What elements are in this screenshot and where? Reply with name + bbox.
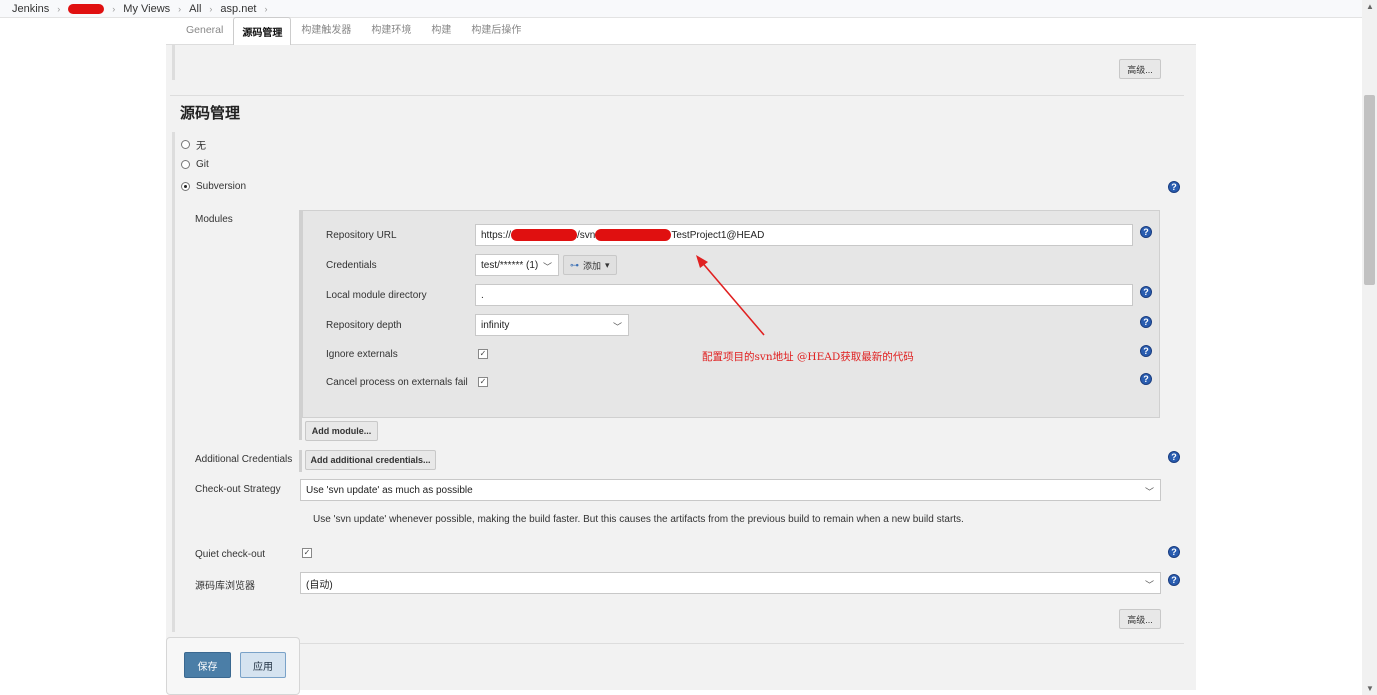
radio-subversion[interactable]: [181, 182, 190, 191]
radio-git[interactable]: [181, 160, 190, 169]
chevron-down-icon: ﹀: [1144, 487, 1154, 497]
scroll-up-icon[interactable]: ▲: [1366, 2, 1374, 11]
scroll-down-icon[interactable]: ▼: [1366, 684, 1374, 693]
help-icon[interactable]: ?: [1140, 226, 1152, 238]
quiet-checkout-checkbox[interactable]: ✓: [302, 548, 312, 558]
breadcrumb-my-views[interactable]: My Views: [123, 3, 170, 15]
section-divider: [170, 643, 1184, 644]
modules-label: Modules: [195, 214, 233, 225]
scm-option-none[interactable]: 无: [181, 137, 206, 152]
repository-url-label: Repository URL: [326, 230, 397, 241]
advanced-button-top[interactable]: 高级...: [1119, 59, 1161, 79]
radio-none[interactable]: [181, 140, 190, 149]
checkout-strategy-label: Check-out Strategy: [195, 484, 281, 495]
credentials-label: Credentials: [326, 260, 377, 271]
checkout-strategy-select[interactable]: Use 'svn update' as much as possible ﹀: [300, 479, 1161, 501]
redacted-path: [595, 229, 672, 241]
apply-button[interactable]: 应用: [240, 652, 286, 678]
additional-left-border: [299, 450, 302, 472]
scm-option-git-label: Git: [196, 159, 209, 170]
help-icon[interactable]: ?: [1168, 546, 1180, 558]
scm-option-subversion-label: Subversion: [196, 181, 247, 192]
repository-url-mid: /svn: [577, 229, 596, 241]
redacted-host: [511, 229, 578, 241]
tab-general[interactable]: General: [176, 24, 233, 44]
repository-depth-select[interactable]: infinity ﹀: [475, 314, 629, 336]
repository-browser-label: 源码库浏览器: [195, 581, 255, 592]
help-icon[interactable]: ?: [1140, 316, 1152, 328]
breadcrumb-jenkins[interactable]: Jenkins: [12, 3, 49, 15]
repository-url-prefix: https://: [481, 229, 512, 241]
chevron-down-icon: ﹀: [542, 262, 552, 272]
breadcrumb: Jenkins › › My Views › All › asp.net ›: [0, 0, 1362, 18]
repository-browser-select[interactable]: (自动) ﹀: [300, 572, 1161, 594]
advanced-button-bottom[interactable]: 高级...: [1119, 609, 1161, 629]
annotation-text: 配置项目的svn地址 @HEAD获取最新的代码: [702, 351, 914, 363]
breadcrumb-all[interactable]: All: [189, 3, 201, 15]
scm-section-title: 源码管理: [180, 105, 241, 122]
checkout-strategy-value: Use 'svn update' as much as possible: [306, 484, 473, 496]
additional-credentials-label: Additional Credentials: [195, 454, 293, 465]
annotation-arrow-icon: [696, 255, 765, 336]
save-button[interactable]: 保存: [184, 652, 231, 678]
section-left-border: [172, 132, 175, 632]
key-icon: ⊶: [570, 259, 579, 270]
repository-url-input[interactable]: https:// /svn TestProject1@HEAD: [475, 224, 1133, 246]
section-left-border: [172, 45, 175, 80]
tab-scm[interactable]: 源码管理: [233, 17, 292, 45]
repository-url-suffix: TestProject1@HEAD: [671, 229, 765, 241]
local-module-directory-input[interactable]: .: [475, 284, 1133, 306]
tab-build-environment[interactable]: 构建环境: [361, 21, 421, 44]
help-icon[interactable]: ?: [1140, 373, 1152, 385]
add-credentials-button[interactable]: ⊶ 添加 ▾: [563, 255, 617, 275]
help-icon[interactable]: ?: [1140, 286, 1152, 298]
breadcrumb-separator-icon: ›: [178, 3, 182, 14]
quiet-checkout-label: Quiet check-out: [195, 549, 266, 560]
caret-down-icon: ▾: [605, 259, 610, 270]
scroll-thumb[interactable]: [1364, 95, 1375, 285]
breadcrumb-asp-net[interactable]: asp.net: [220, 3, 256, 15]
breadcrumb-separator-icon: ›: [57, 3, 61, 14]
cancel-process-checkbox[interactable]: ✓: [478, 377, 488, 387]
add-credentials-label: 添加: [583, 260, 602, 271]
local-module-directory-label: Local module directory: [326, 290, 427, 301]
tab-build[interactable]: 构建: [421, 21, 461, 44]
help-icon[interactable]: ?: [1168, 451, 1180, 463]
help-icon[interactable]: ?: [1168, 181, 1180, 193]
add-module-button[interactable]: Add module...: [305, 421, 378, 441]
chevron-down-icon: ﹀: [612, 322, 622, 332]
ignore-externals-label: Ignore externals: [326, 349, 398, 360]
scm-option-subversion[interactable]: Subversion: [181, 181, 246, 192]
credentials-value: test/****** (1): [481, 259, 539, 271]
help-icon[interactable]: ?: [1168, 574, 1180, 586]
cancel-process-label: Cancel process on externals fail: [326, 377, 468, 388]
breadcrumb-separator-icon[interactable]: ›: [265, 4, 268, 14]
redacted-user: [68, 3, 105, 14]
scm-option-git[interactable]: Git: [181, 159, 209, 170]
help-icon[interactable]: ?: [1140, 345, 1152, 357]
breadcrumb-separator-icon: ›: [112, 3, 116, 14]
tab-build-triggers[interactable]: 构建触发器: [291, 21, 361, 44]
repository-depth-label: Repository depth: [326, 320, 402, 331]
repository-depth-value: infinity: [481, 319, 510, 331]
scm-option-none-label: 无: [196, 141, 206, 152]
add-additional-credentials-button[interactable]: Add additional credentials...: [305, 450, 436, 470]
chevron-down-icon: ﹀: [1144, 580, 1154, 590]
config-main-panel: 高级... 源码管理 无 Git Subversion ? Modules Re…: [166, 45, 1196, 690]
config-tab-bar: General 源码管理 构建触发器 构建环境 构建 构建后操作: [166, 17, 1196, 45]
repository-browser-value: (自动): [306, 579, 333, 591]
checkout-strategy-description: Use 'svn update' whenever possible, maki…: [313, 514, 964, 525]
ignore-externals-checkbox[interactable]: ✓: [478, 349, 488, 359]
page-scrollbar[interactable]: ▲ ▼: [1362, 0, 1377, 695]
tab-post-build[interactable]: 构建后操作: [461, 21, 531, 44]
breadcrumb-separator-icon: ›: [209, 3, 213, 14]
section-divider: [170, 95, 1184, 96]
credentials-select[interactable]: test/****** (1) ﹀: [475, 254, 559, 276]
